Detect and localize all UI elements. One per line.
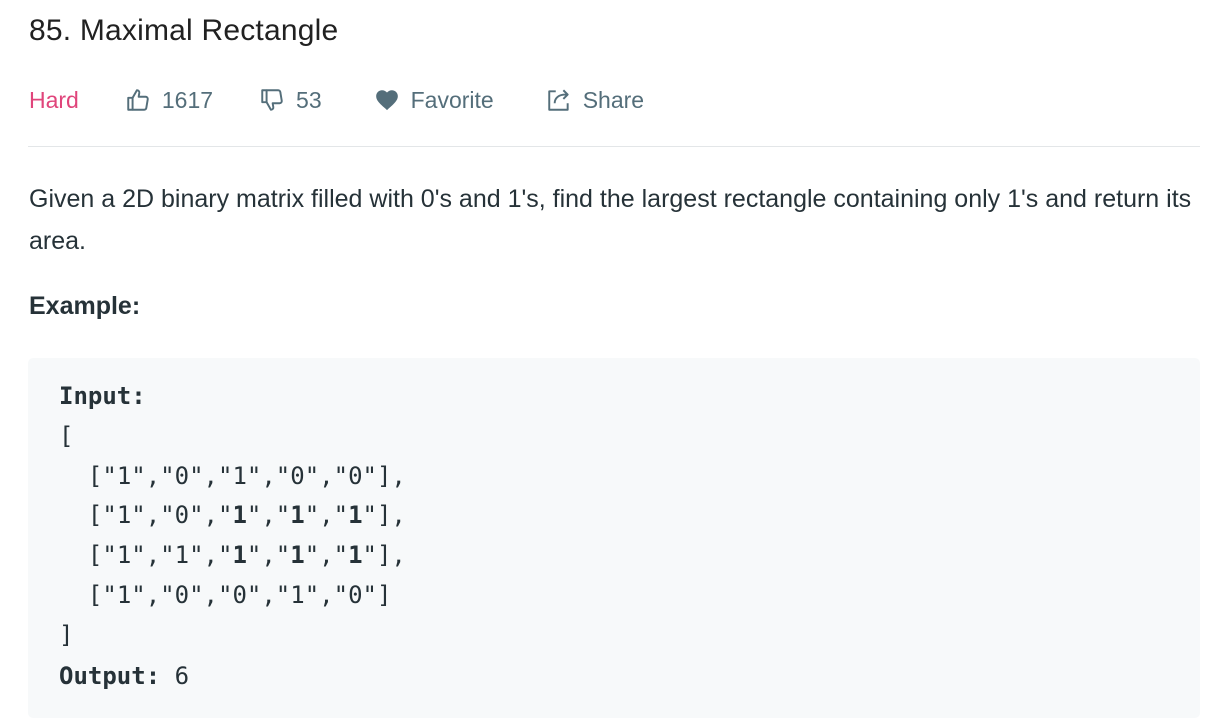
favorite-label: Favorite [410,86,494,113]
divider [28,146,1200,147]
matrix-cell: 1 [116,581,132,609]
matrix-cell: 1 [290,581,305,609]
output-line: Output: 6 [59,661,189,691]
matrix-cell: 0 [348,462,363,490]
matrix-cell: 0 [348,581,363,609]
matrix-row: ["1","1","1","1","1"], [59,541,406,569]
problem-description: Given a 2D binary matrix filled with 0's… [29,185,1192,255]
matrix-cell: 1 [174,541,190,569]
matrix-cell: 1 [290,501,305,529]
matrix-cell: 0 [174,501,190,529]
matrix-cell: 1 [348,501,363,529]
matrix-row: ["1","0","1","0","0"], [59,462,406,490]
open-bracket-line: [ [59,422,74,450]
like-count: 1617 [161,86,214,113]
problem-title: 85. Maximal Rectangle [29,14,339,47]
example-code-block: Input: [ ["1","0","1","0","0"], ["1","0"… [28,358,1200,718]
input-label-line: Input: [59,381,146,411]
share-icon [546,87,572,113]
matrix-row: ["1","0","1","1","1"], [59,501,406,529]
like-button[interactable]: 1617 [125,87,213,114]
heart-icon [374,87,400,113]
dislike-button[interactable]: 53 [259,87,322,114]
matrix-row: ["1","0","0","1","0"] [59,581,392,609]
matrix-cell: 1 [290,541,305,569]
matrix-cell: 1 [116,541,132,569]
input-label: Input: [59,382,146,410]
thumbs-down-icon [259,87,285,113]
matrix-cell: 1 [116,501,132,529]
matrix-cell: 1 [232,541,247,569]
favorite-button[interactable]: Favorite [374,87,494,114]
example-heading: Example: [29,292,141,320]
matrix-cell: 1 [348,541,363,569]
matrix-cell: 0 [174,581,190,609]
share-button[interactable]: Share [546,87,644,114]
thumbs-up-icon [125,87,151,113]
matrix-cell: 1 [232,462,247,490]
share-label: Share [582,86,645,113]
difficulty-badge: Hard [29,86,79,113]
matrix-cell: 0 [232,581,247,609]
problem-meta-bar: Hard 1617 53 Favorite Share [29,82,644,118]
output-value: 6 [174,662,190,690]
matrix-cell: 0 [290,462,305,490]
matrix-cell: 1 [232,501,247,529]
output-label: Output: [59,662,161,690]
matrix-cell: 0 [174,462,190,490]
dislike-count: 53 [296,86,322,113]
close-bracket-line: ] [59,621,74,649]
matrix-cell: 1 [116,462,132,490]
